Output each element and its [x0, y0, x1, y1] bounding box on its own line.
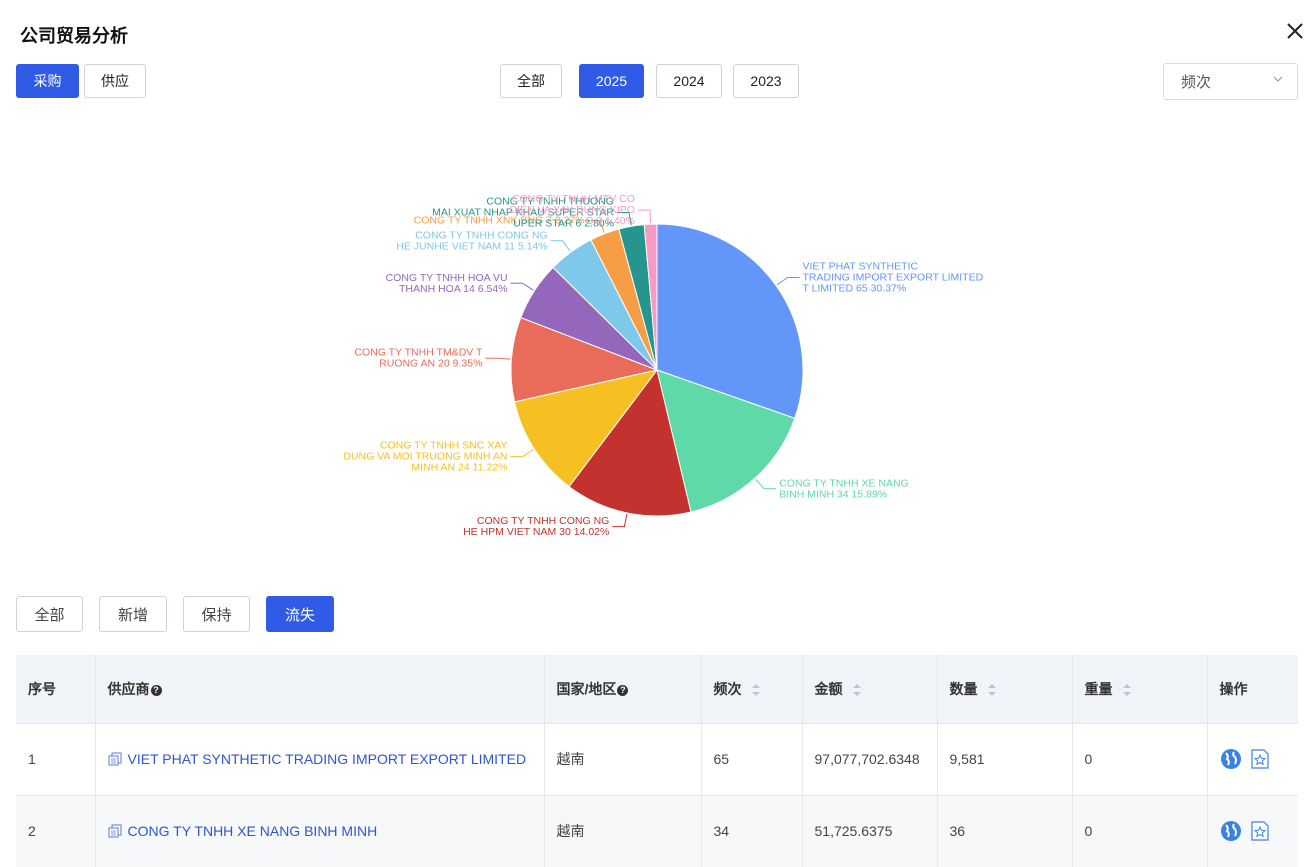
- year-tab-2023[interactable]: 2023: [733, 64, 799, 98]
- cell-qty: 36: [937, 794, 1073, 867]
- supplier-table: 序号 供应商? 国家/地区? 频次 金额 数量 重量 操作 1 VIET PHA…: [16, 655, 1298, 867]
- cell-index: 1: [16, 722, 96, 795]
- header-actions: 操作: [1207, 655, 1298, 723]
- header-qty[interactable]: 数量: [937, 655, 1073, 723]
- pie-label: CONG TY TNHH XE NANG BINH MINH 34 15.89%: [779, 477, 909, 500]
- cell-actions: [1207, 722, 1298, 795]
- table-header: 序号 供应商? 国家/地区? 频次 金额 数量 重量 操作: [16, 655, 1298, 723]
- pie-label: CONG TY TNHH TM&DV T RUONG AN 20 9.35%: [354, 347, 483, 370]
- cell-freq[interactable]: 65: [701, 722, 803, 795]
- trade-analysis-modal: 公司贸易分析 采购 供应 全部 2025 2024 2023 频次 VIET P…: [0, 0, 1316, 867]
- help-icon[interactable]: ?: [617, 684, 629, 696]
- globe-icon[interactable]: [1220, 820, 1242, 842]
- cell-freq[interactable]: 34: [701, 794, 803, 867]
- sort-icon[interactable]: [987, 683, 997, 697]
- cell-amount: 97,077,702.6348: [802, 722, 938, 795]
- cell-country: 越南: [544, 722, 702, 795]
- pie-label: CONG TY TNHH HOA VU THANH HOA 14 6.54%: [386, 272, 508, 295]
- year-tab-all[interactable]: 全部: [500, 64, 562, 98]
- header-freq[interactable]: 频次: [701, 655, 803, 723]
- filter-new[interactable]: 新增: [99, 596, 167, 632]
- filter-lost[interactable]: 流失: [266, 596, 334, 632]
- modal-title: 公司贸易分析: [20, 26, 128, 46]
- table-row: 2 CONG TY TNHH XE NANG BINH MINH 越南 34 5…: [16, 794, 1298, 867]
- cell-qty: 9,581: [937, 722, 1073, 795]
- pie-label-line: [485, 357, 511, 360]
- cell-supplier[interactable]: CONG TY TNHH XE NANG BINH MINH: [95, 794, 545, 867]
- pie-label-line: [550, 240, 571, 252]
- year-tab-2024[interactable]: 2024: [656, 64, 722, 98]
- cell-amount: 51,725.6375: [802, 794, 938, 867]
- filter-keep[interactable]: 保持: [183, 596, 250, 632]
- chevron-down-icon: [1273, 76, 1283, 82]
- cell-supplier[interactable]: VIET PHAT SYNTHETIC TRADING IMPORT EXPOR…: [95, 722, 545, 795]
- pie-label: CONG TY TNHH SNC XAY DUNG VA MOI TRUONG M…: [343, 440, 507, 474]
- supplier-link[interactable]: VIET PHAT SYNTHETIC TRADING IMPORT EXPOR…: [128, 751, 527, 767]
- table-row: 1 VIET PHAT SYNTHETIC TRADING IMPORT EXP…: [16, 722, 1298, 795]
- cell-actions: [1207, 794, 1298, 867]
- header-weight[interactable]: 重量: [1072, 655, 1208, 723]
- pie-label-line: [755, 478, 777, 490]
- sort-icon[interactable]: [852, 683, 862, 697]
- cell-weight: 0: [1072, 794, 1208, 867]
- cell-index: 2: [16, 794, 96, 867]
- filter-all[interactable]: 全部: [16, 596, 83, 632]
- cell-weight: 0: [1072, 722, 1208, 795]
- copy-icon[interactable]: [108, 752, 122, 766]
- sort-icon[interactable]: [1122, 683, 1132, 697]
- year-tab-2025[interactable]: 2025: [579, 64, 644, 98]
- pie-label-line: [510, 449, 534, 458]
- header-country: 国家/地区?: [544, 655, 702, 723]
- sort-select-value: 频次: [1181, 74, 1212, 91]
- cell-country: 越南: [544, 794, 702, 867]
- pie-label: CONG TY TNHH CONG NG HE HPM VIET NAM 30 1…: [463, 515, 609, 538]
- pie-label: CONG TY TNHH CONG NG HE JUNHE VIET NAM 11…: [396, 229, 547, 252]
- pie-label-line: [612, 513, 628, 528]
- header-amount[interactable]: 金额: [802, 655, 938, 723]
- pie-label: VIET PHAT SYNTHETIC TRADING IMPORT EXPORT…: [803, 260, 984, 294]
- pie-label-line: [637, 209, 652, 224]
- pie-label-line: [510, 282, 534, 291]
- tab-supply[interactable]: 供应: [84, 64, 146, 98]
- header-index: 序号: [16, 655, 96, 723]
- supplier-link[interactable]: CONG TY TNHH XE NANG BINH MINH: [128, 823, 378, 839]
- close-icon[interactable]: [1284, 20, 1306, 42]
- tab-purchase[interactable]: 采购: [16, 64, 79, 98]
- header-supplier: 供应商?: [95, 655, 545, 723]
- star-bookmark-icon[interactable]: [1249, 748, 1271, 770]
- sort-select[interactable]: 频次: [1163, 63, 1298, 100]
- supplier-pie-chart: VIET PHAT SYNTHETIC TRADING IMPORT EXPORT…: [343, 193, 984, 538]
- globe-icon[interactable]: [1220, 748, 1242, 770]
- copy-icon[interactable]: [108, 824, 122, 838]
- pie-label-line: [776, 276, 800, 286]
- star-bookmark-icon[interactable]: [1249, 820, 1271, 842]
- sort-icon[interactable]: [751, 683, 761, 697]
- help-icon[interactable]: ?: [150, 684, 162, 696]
